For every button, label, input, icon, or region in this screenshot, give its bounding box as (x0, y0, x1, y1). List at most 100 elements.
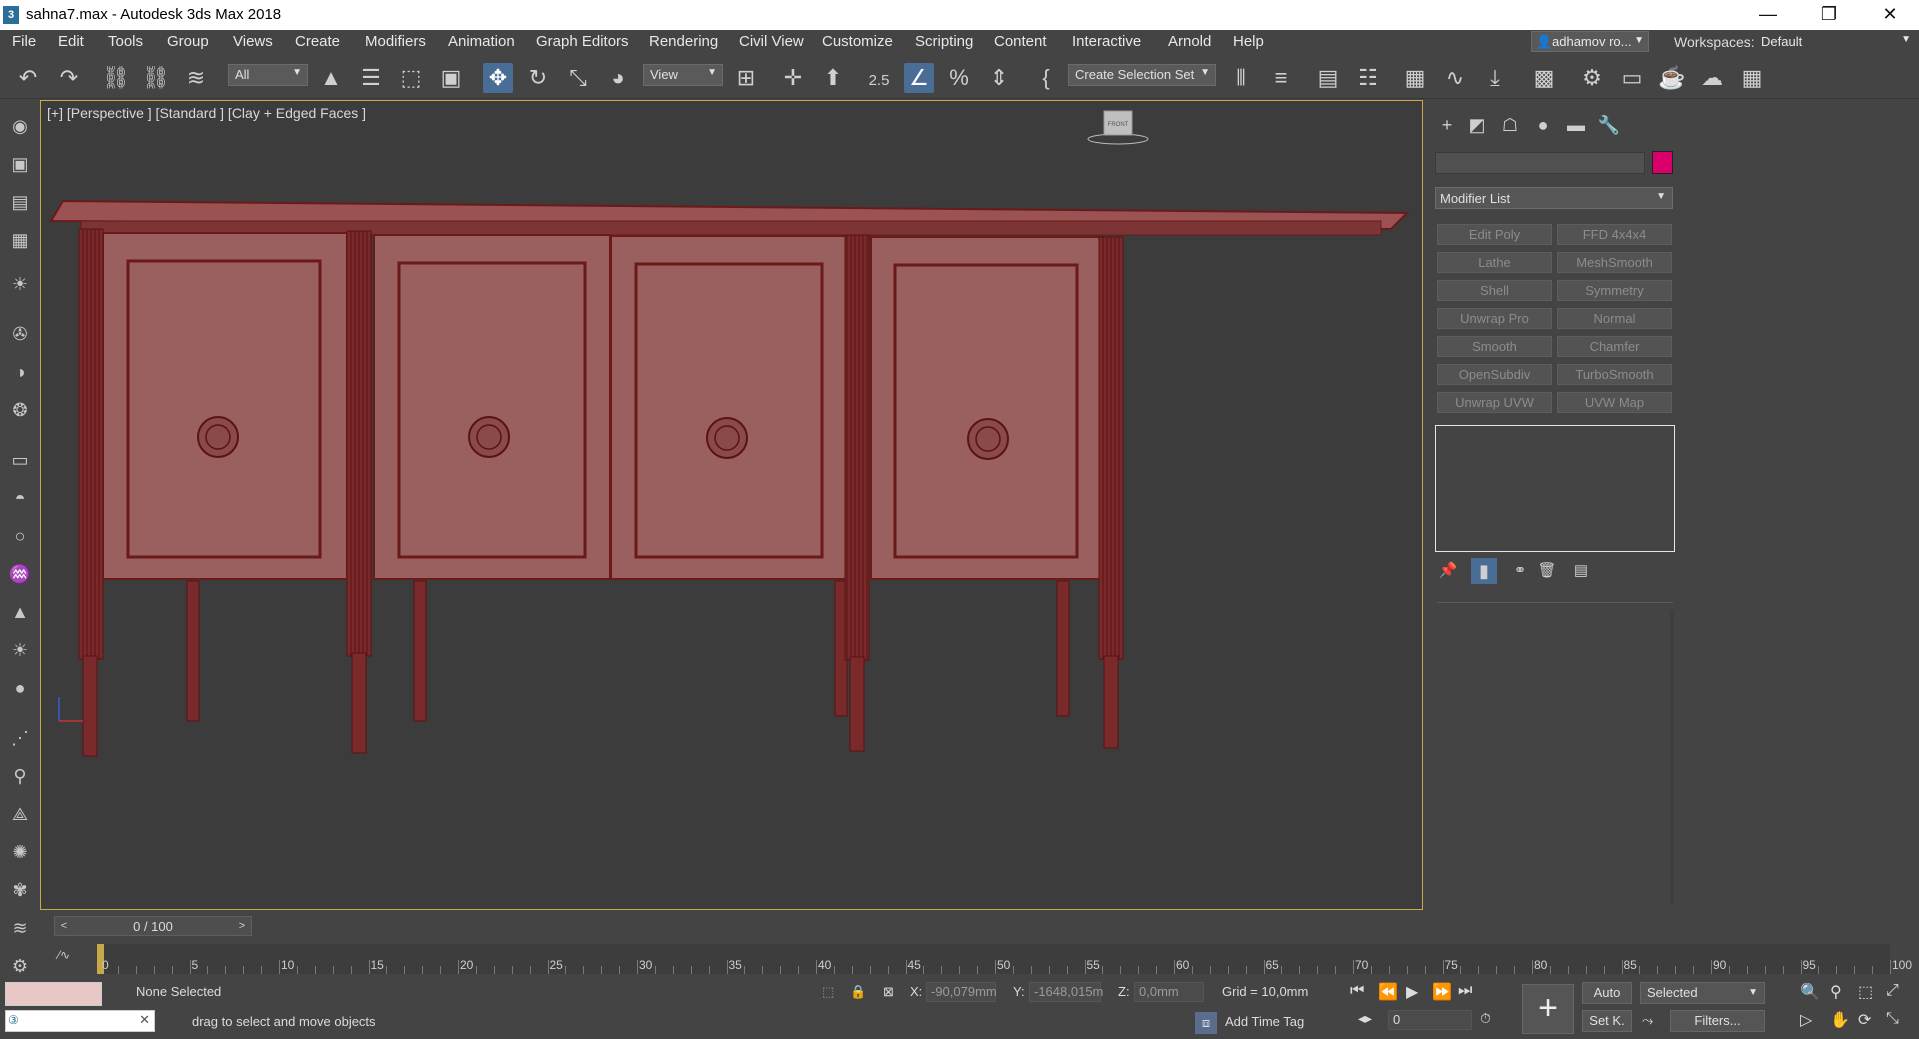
viewport-layout-icon[interactable]: ◉ (8, 114, 32, 138)
asset-tracking-icon[interactable]: ▦ (8, 228, 32, 252)
perspective-viewport[interactable]: [+] [Perspective ] [Standard ] [Clay + E… (40, 100, 1423, 910)
render-production-icon[interactable]: ☕ (1657, 63, 1687, 93)
menu-views[interactable]: Views (233, 33, 273, 50)
modifier-edit-poly-button[interactable]: Edit Poly (1437, 224, 1552, 245)
x-coordinate-field[interactable]: -90,079mm (926, 982, 997, 1002)
zoom-icon[interactable]: 🔍 (1800, 982, 1820, 1002)
a360-gallery-icon[interactable]: ▦ (1737, 63, 1767, 93)
cone-icon[interactable]: ▲ (8, 600, 32, 624)
user-dropdown[interactable]: 👤 adhamov ro... ▼ (1531, 31, 1649, 52)
modifier-lathe-button[interactable]: Lathe (1437, 252, 1552, 273)
modifier-meshsmooth-button[interactable]: MeshSmooth (1557, 252, 1672, 273)
time-slider-next-button[interactable]: > (233, 917, 251, 935)
bind-spacewarp-icon[interactable]: ≋ (181, 63, 211, 93)
menu-content[interactable]: Content (994, 33, 1047, 50)
go-to-start-icon[interactable]: ⏮ (1350, 982, 1364, 1000)
previous-frame-icon[interactable]: ⏪ (1378, 982, 1398, 1002)
foliage-icon[interactable]: ♒ (8, 562, 32, 586)
window-crossing-icon[interactable]: ▣ (436, 63, 466, 93)
modifier-symmetry-button[interactable]: Symmetry (1557, 280, 1672, 301)
zoom-extents-all-icon[interactable]: ⤢ (1886, 982, 1899, 1000)
field-of-view-icon[interactable]: ▷ (1800, 1010, 1812, 1030)
modifier-list-dropdown[interactable]: Modifier List ▼ (1435, 187, 1673, 209)
hf-icon[interactable]: ≋ (8, 916, 32, 940)
menu-animation[interactable]: Animation (448, 33, 515, 50)
key-filters-button[interactable]: Filters... (1670, 1010, 1765, 1032)
angle-snap-icon[interactable]: ∠ (904, 63, 934, 93)
modifier-opensubdiv-button[interactable]: OpenSubdiv (1437, 364, 1552, 385)
undo-icon[interactable]: ↶ (13, 63, 43, 93)
toggle-scene-explorer-icon[interactable]: ▤ (1313, 63, 1343, 93)
menu-group[interactable]: Group (167, 33, 209, 50)
select-and-move-icon[interactable]: ✥ (483, 63, 513, 93)
time-slider[interactable]: < 0 / 100 > (54, 916, 252, 936)
show-end-result-icon[interactable]: ▮ (1471, 558, 1497, 584)
curve-editor-icon[interactable]: ∿ (1440, 63, 1470, 93)
modifier-chamfer-button[interactable]: Chamfer (1557, 336, 1672, 357)
modifier-uvw-map-button[interactable]: UVW Map (1557, 392, 1672, 413)
maxscript-mini-listener[interactable]: ③ ✕ (5, 1010, 155, 1032)
snaps-toggle-icon[interactable]: 2.5 (864, 63, 894, 93)
modifier-unwrap-pro-button[interactable]: Unwrap Pro (1437, 308, 1552, 329)
set-key-button[interactable]: Set K. (1582, 1010, 1632, 1032)
menu-customize[interactable]: Customize (822, 33, 893, 50)
y-coordinate-field[interactable]: -1648,015m (1029, 982, 1103, 1002)
close-button[interactable]: ✕ (1861, 0, 1919, 30)
material-editor-icon[interactable]: ▩ (1529, 63, 1559, 93)
zoom-extents-icon[interactable]: ⬚ (1858, 982, 1873, 1002)
plant-icon[interactable]: ✾ (8, 878, 32, 902)
time-tag-icon[interactable]: ⧈ (1195, 1012, 1217, 1034)
z-coordinate-field[interactable]: 0,0mm (1134, 982, 1204, 1002)
pan-view-icon[interactable]: ✋ (1830, 1010, 1850, 1030)
menu-rendering[interactable]: Rendering (649, 33, 718, 50)
pivot-center-icon[interactable]: ⊞ (731, 63, 761, 93)
rendered-frame-window-icon[interactable]: ▭ (1617, 63, 1647, 93)
viewcube[interactable]: FRONT (1087, 110, 1149, 145)
curve-editor-mini-icon[interactable]: ⁄∿ (58, 948, 70, 962)
render-setup-icon[interactable]: ⚙ (1577, 63, 1607, 93)
set-key-big-button[interactable]: + (1522, 984, 1574, 1034)
add-time-tag[interactable]: Add Time Tag (1225, 1014, 1304, 1029)
selection-filter-dropdown[interactable]: All ▼ (228, 64, 308, 86)
orbit-icon[interactable]: ⟳ (1858, 1010, 1871, 1030)
menu-interactive[interactable]: Interactive (1072, 33, 1141, 50)
configure-modifier-sets-icon[interactable]: ▤ (1566, 558, 1596, 584)
select-and-scale-icon[interactable]: ⤡ (563, 63, 593, 93)
spinner-snap-icon[interactable]: ⇕ (984, 63, 1014, 93)
select-and-rotate-icon[interactable]: ↻ (523, 63, 553, 93)
modifier-stack[interactable] (1435, 425, 1675, 552)
scene-explorer-icon[interactable]: ▣ (8, 152, 32, 176)
motion-tab-icon[interactable]: ● (1528, 112, 1558, 138)
menu-file[interactable]: File (12, 33, 36, 50)
light-lister-icon[interactable]: ☀ (8, 272, 32, 296)
panel-scrollbar[interactable] (1670, 610, 1674, 905)
app-icon[interactable]: 3 (3, 6, 19, 24)
unlink-icon[interactable]: ⛓ (141, 63, 171, 93)
modify-tab-icon[interactable]: ◩ (1462, 112, 1492, 138)
select-by-name-icon[interactable]: ☰ (356, 63, 386, 93)
pin-stack-icon[interactable]: 📌 (1433, 558, 1463, 584)
menu-modifiers[interactable]: Modifiers (365, 33, 426, 50)
plane-icon[interactable]: ▭ (8, 448, 32, 472)
named-selection-set-dropdown[interactable]: Create Selection Set ▼ (1068, 64, 1216, 86)
percent-snap-icon[interactable]: % (944, 63, 974, 93)
sphere-icon[interactable]: ○ (8, 524, 32, 548)
hierarchy-tab-icon[interactable]: ☖ (1495, 112, 1525, 138)
modifier-unwrap-uvw-button[interactable]: Unwrap UVW (1437, 392, 1552, 413)
object-color-swatch[interactable] (1652, 151, 1673, 174)
redo-icon[interactable]: ↷ (54, 63, 84, 93)
menu-edit[interactable]: Edit (58, 33, 84, 50)
menu-help[interactable]: Help (1233, 33, 1264, 50)
shape-icon[interactable]: ✺ (8, 840, 32, 864)
mirror-icon[interactable]: ⫴ (1226, 63, 1256, 93)
bone-icon[interactable]: ⚲ (8, 764, 32, 788)
modifier-smooth-button[interactable]: Smooth (1437, 336, 1552, 357)
modifier-ffd-button[interactable]: FFD 4x4x4 (1557, 224, 1672, 245)
close-icon[interactable]: ✕ (139, 1012, 150, 1028)
workspaces-dropdown[interactable]: Default ▼ (1757, 31, 1917, 52)
next-frame-icon[interactable]: ⏩ (1432, 982, 1452, 1002)
modifier-shell-button[interactable]: Shell (1437, 280, 1552, 301)
minimize-button[interactable]: — (1739, 0, 1797, 30)
dome-icon[interactable]: ◓ (8, 486, 32, 510)
layer-explorer-icon[interactable]: ▤ (8, 190, 32, 214)
